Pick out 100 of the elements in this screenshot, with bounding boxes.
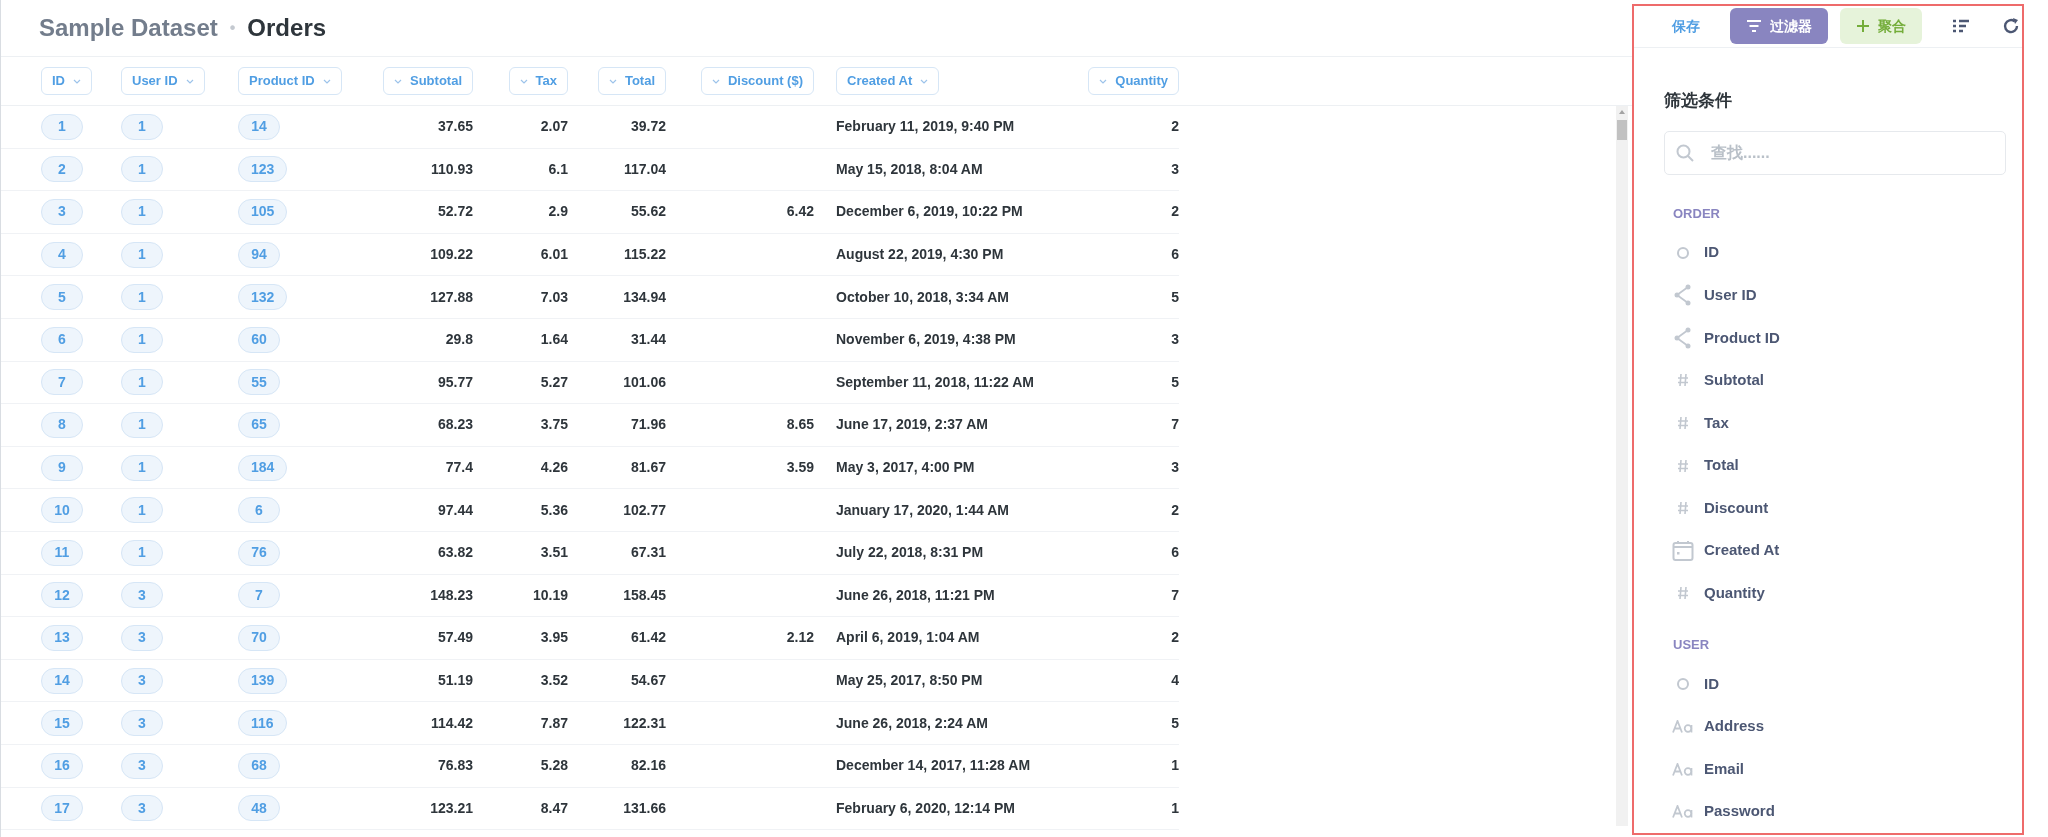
caret-icon <box>519 78 528 84</box>
field-item[interactable]: Total <box>1664 444 2006 487</box>
id-link[interactable]: 12 <box>41 582 83 609</box>
column-header[interactable]: Tax <box>508 67 568 95</box>
table-cell-text: 97.44 <box>437 500 473 520</box>
column-header[interactable]: ID <box>41 67 92 95</box>
id-link[interactable]: 16 <box>41 752 83 779</box>
list-icon[interactable] <box>1952 19 1970 34</box>
filter-icon <box>1746 20 1762 33</box>
id-link[interactable]: 55 <box>238 369 280 396</box>
field-item[interactable]: Subtotal <box>1664 359 2006 402</box>
id-link[interactable]: 1 <box>121 497 163 524</box>
database-name[interactable]: Sample Dataset <box>39 10 218 46</box>
id-link[interactable]: 184 <box>238 454 288 481</box>
id-link[interactable]: 6 <box>238 497 280 524</box>
id-link[interactable]: 1 <box>121 454 163 481</box>
save-link[interactable]: 保存 <box>1672 15 1700 37</box>
field-item[interactable]: User ID <box>1664 273 2006 317</box>
id-link[interactable]: 14 <box>238 113 280 140</box>
field-item[interactable]: Tax <box>1664 401 2006 445</box>
id-link[interactable]: 1 <box>121 156 163 183</box>
id-link[interactable]: 1 <box>121 539 163 566</box>
field-item[interactable]: Discount <box>1664 486 2006 530</box>
id-link[interactable]: 2 <box>41 156 83 183</box>
id-link[interactable]: 3 <box>121 667 163 694</box>
id-link[interactable]: 105 <box>238 199 288 225</box>
table-cell-text: 3 <box>1171 458 1179 478</box>
id-link[interactable]: 1 <box>121 369 163 396</box>
table-cell-text: 134.94 <box>623 287 666 307</box>
id-link[interactable]: 10 <box>41 497 83 524</box>
id-link[interactable]: 9 <box>41 454 83 481</box>
table-cell-text: 10.19 <box>532 585 568 605</box>
summarize-button[interactable]: 聚合 <box>1840 8 1922 45</box>
scrollbar[interactable] <box>1616 106 1628 826</box>
id-link[interactable]: 4 <box>41 241 83 268</box>
id-link[interactable]: 8 <box>41 411 83 438</box>
id-link[interactable]: 1 <box>121 113 163 140</box>
table-cell-text: 2 <box>1171 500 1179 520</box>
column-header[interactable]: Created At <box>836 67 940 95</box>
id-link[interactable]: 76 <box>238 539 280 566</box>
field-item[interactable]: ID <box>1664 662 2006 706</box>
table-cell-text: May 25, 2017, 8:50 PM <box>836 671 983 690</box>
table-cell-text: 148.23 <box>430 585 473 605</box>
column-header[interactable]: Subtotal <box>383 67 473 95</box>
column-header[interactable]: Total <box>597 67 666 95</box>
table-cell-text: 6 <box>1171 245 1179 265</box>
column-header[interactable]: Discount ($) <box>700 67 814 95</box>
id-link[interactable]: 139 <box>238 667 288 694</box>
table-cell-text: 37.65 <box>437 117 473 137</box>
id-link[interactable]: 1 <box>121 326 163 353</box>
filter-button[interactable]: 过滤器 <box>1730 8 1828 45</box>
field-item[interactable]: Created At <box>1664 529 2006 573</box>
caret-icon <box>322 78 331 84</box>
id-link[interactable]: 48 <box>238 795 280 822</box>
search-field[interactable]: 查找...... <box>1664 131 2006 176</box>
id-link[interactable]: 13 <box>41 624 83 651</box>
table-cell-text: 3.59 <box>786 458 814 478</box>
table-cell-text: 115.22 <box>623 245 666 265</box>
id-link[interactable]: 6 <box>41 326 83 353</box>
id-link[interactable]: 3 <box>121 582 163 609</box>
table-cell-text: 3.52 <box>540 671 568 690</box>
id-link[interactable]: 3 <box>41 199 83 225</box>
field-item[interactable]: Email <box>1664 747 2006 791</box>
id-link[interactable]: 1 <box>121 199 163 225</box>
id-link[interactable]: 3 <box>121 795 163 822</box>
field-item[interactable]: Password <box>1664 790 2006 833</box>
field-item[interactable]: ID <box>1664 231 2006 274</box>
table-cell-text: 76.83 <box>437 756 473 776</box>
id-link[interactable]: 116 <box>238 710 287 737</box>
column-header[interactable]: User ID <box>121 67 205 95</box>
id-link[interactable]: 5 <box>41 284 83 311</box>
id-link[interactable]: 94 <box>238 241 280 268</box>
id-link[interactable]: 11 <box>41 539 83 566</box>
id-link[interactable]: 14 <box>41 667 83 694</box>
id-link[interactable]: 65 <box>238 411 280 438</box>
id-link[interactable]: 3 <box>121 752 163 779</box>
id-link[interactable]: 1 <box>121 241 163 268</box>
id-link[interactable]: 70 <box>238 624 280 651</box>
id-link[interactable]: 132 <box>238 284 288 311</box>
id-link[interactable]: 1 <box>121 284 163 311</box>
id-link[interactable]: 68 <box>238 752 280 779</box>
field-item[interactable]: Quantity <box>1664 572 2006 615</box>
id-link[interactable]: 7 <box>41 369 83 396</box>
id-link[interactable]: 1 <box>41 113 83 140</box>
id-link[interactable]: 1 <box>121 411 163 438</box>
refresh-icon[interactable] <box>2002 17 2020 36</box>
column-header[interactable]: Product ID <box>238 67 342 95</box>
field-item[interactable]: Product ID <box>1664 316 2006 360</box>
column-header[interactable]: Quantity <box>1088 67 1179 95</box>
field-item[interactable]: Address <box>1664 705 2006 748</box>
id-link[interactable]: 15 <box>41 710 83 737</box>
id-link[interactable]: 7 <box>238 582 280 609</box>
id-link[interactable]: 3 <box>121 710 163 737</box>
id-link[interactable]: 123 <box>238 156 288 183</box>
table-cell-text: 110.93 <box>430 159 473 179</box>
table-cell-text: 2.9 <box>548 202 568 222</box>
id-link[interactable]: 60 <box>238 326 280 353</box>
id-link[interactable]: 17 <box>41 795 83 822</box>
id-link[interactable]: 3 <box>121 624 163 651</box>
table-cell-text: 6.42 <box>786 202 814 222</box>
